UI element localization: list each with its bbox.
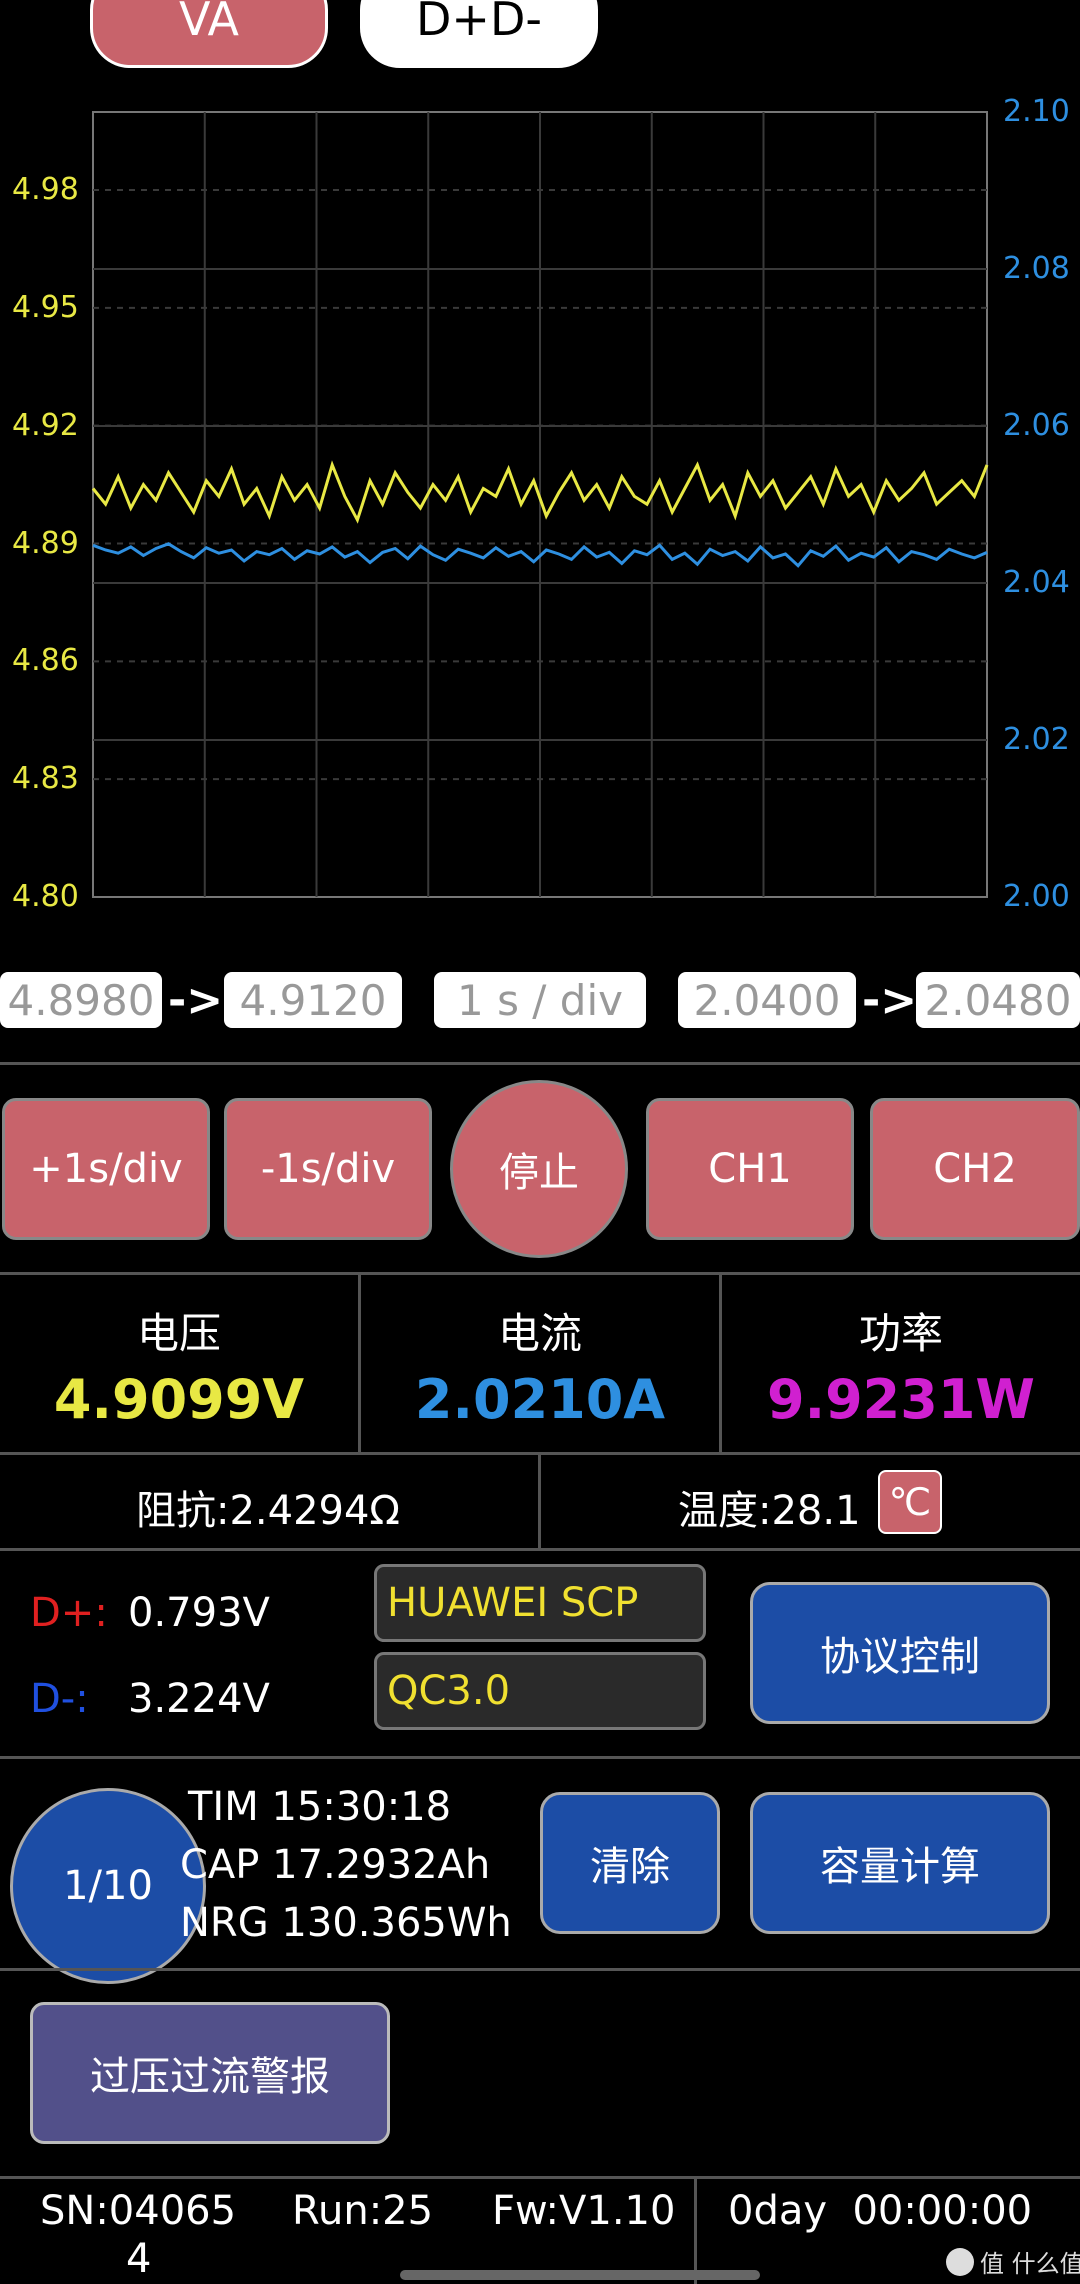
firmware-version: Fw:V1.10 <box>492 2188 676 2234</box>
chart-area <box>0 100 1080 920</box>
clear-button[interactable]: 清除 <box>540 1792 720 1934</box>
watermark-logo-icon <box>946 2247 974 2276</box>
right-axis-tick: 2.06 <box>1003 408 1070 443</box>
divider <box>538 1452 541 1548</box>
serial-number-line2: 4 <box>126 2236 152 2282</box>
voltage-label: 电压 <box>136 1309 221 1358</box>
divider <box>0 1756 1080 1759</box>
ch2-max-value[interactable]: 2.0480 <box>916 972 1080 1028</box>
power-label: 功率 <box>858 1309 943 1358</box>
right-axis-tick: 2.02 <box>1003 722 1070 757</box>
divider <box>0 1968 1080 1971</box>
protocol-control-button[interactable]: 协议控制 <box>750 1582 1050 1724</box>
left-axis-tick: 4.83 <box>12 761 79 797</box>
uptime: 0day 00:00:00 <box>728 2188 1033 2234</box>
dp-label: D+: <box>30 1590 108 1636</box>
divider <box>0 1272 1080 1275</box>
divider <box>694 2176 697 2284</box>
left-axis-tick: 4.92 <box>12 407 79 443</box>
timebase-value[interactable]: 1 s / div <box>434 972 646 1028</box>
ch2-min-value[interactable]: 2.0400 <box>678 972 856 1028</box>
ch1-button[interactable]: CH1 <box>646 1098 854 1240</box>
temperature-unit-button[interactable]: ℃ <box>878 1470 942 1534</box>
left-axis-tick: 4.95 <box>12 289 79 325</box>
current-label: 电流 <box>497 1309 582 1358</box>
left-axis-tick: 4.80 <box>12 879 79 914</box>
capacity-calc-button[interactable]: 容量计算 <box>750 1792 1050 1934</box>
ch1-min-value[interactable]: 4.8980 <box>0 972 162 1028</box>
right-axis-tick: 2.08 <box>1003 251 1070 286</box>
dm-value: 3.224V <box>128 1676 270 1722</box>
home-indicator <box>400 2270 760 2280</box>
ch1-range-arrow: -> <box>168 974 224 1026</box>
dm-label: D-: <box>30 1676 89 1722</box>
ch2-button[interactable]: CH2 <box>870 1098 1080 1240</box>
watermark-text: 值 什么值得买 <box>980 2250 1080 2278</box>
stop-button[interactable]: 停止 <box>450 1080 628 1258</box>
protocol-qc3[interactable]: QC3.0 <box>374 1652 706 1730</box>
increase-timebase-button[interactable]: +1s/div <box>2 1098 210 1240</box>
current-value: 2.0210A <box>414 1368 666 1431</box>
overvoltage-alarm-button[interactable]: 过压过流警报 <box>30 2002 390 2144</box>
power-value: 9.9231W <box>767 1368 1035 1431</box>
right-axis-tick: 2.04 <box>1003 565 1070 600</box>
divider <box>0 2176 1080 2179</box>
serial-number: SN:04065 <box>40 2188 237 2234</box>
divider <box>0 1062 1080 1065</box>
time-readout: TIM 15:30:18 <box>188 1784 452 1830</box>
record-index-button[interactable]: 1/10 <box>10 1788 206 1984</box>
tab-dd[interactable]: D+D- <box>360 0 598 68</box>
divider <box>0 1548 1080 1551</box>
voltage-value: 4.9099V <box>53 1368 305 1431</box>
left-axis-tick: 4.89 <box>12 525 79 561</box>
right-axis-tick: 2.00 <box>1003 879 1070 914</box>
temperature-value: 温度:28.1 <box>678 1488 861 1534</box>
ch2-range-arrow: -> <box>862 974 918 1026</box>
capacity-readout: CAP 17.2932Ah <box>180 1842 491 1888</box>
energy-readout: NRG 130.365Wh <box>180 1900 512 1946</box>
protocol-huawei-scp[interactable]: HUAWEI SCP <box>374 1564 706 1642</box>
right-axis-tick: 2.10 <box>1003 94 1070 129</box>
tab-va[interactable]: VA <box>90 0 328 68</box>
impedance-value: 阻抗:2.4294Ω <box>136 1488 401 1534</box>
ch1-max-value[interactable]: 4.9120 <box>224 972 402 1028</box>
left-axis-tick: 4.86 <box>12 643 79 679</box>
oscilloscope-chart <box>91 111 989 898</box>
run-count: Run:25 <box>292 2188 434 2234</box>
dp-value: 0.793V <box>128 1590 270 1636</box>
left-axis-tick: 4.98 <box>12 172 79 207</box>
watermark: 值 什么值得买 <box>946 2244 1080 2279</box>
decrease-timebase-button[interactable]: -1s/div <box>224 1098 432 1240</box>
